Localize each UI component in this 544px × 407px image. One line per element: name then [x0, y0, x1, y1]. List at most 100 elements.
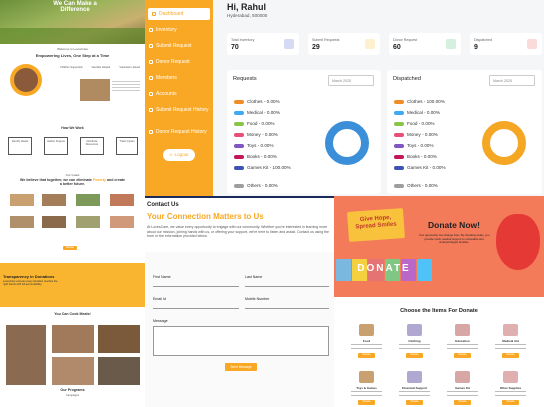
- legend-item: Books - 0.00%: [394, 154, 464, 160]
- item-image: [407, 324, 422, 336]
- how-steps: Identify Needs Gather Support Distribute…: [8, 137, 138, 157]
- donor-stat-icon: [446, 39, 456, 49]
- item-description: [399, 391, 430, 396]
- message-textarea[interactable]: [153, 326, 329, 356]
- item-donate-button[interactable]: Donate: [358, 400, 375, 405]
- donate-subtitle: Your generosity can change lives. By don…: [418, 233, 490, 245]
- members-icon: [149, 76, 153, 80]
- donate-item-card[interactable]: Financial Support Donate: [396, 371, 433, 407]
- causes-grid: Donate: [0, 192, 145, 263]
- step-box: Distribute Resources: [80, 137, 104, 155]
- sidebar-item-submit-request[interactable]: Submit Request: [149, 43, 209, 49]
- first-name-field[interactable]: [153, 286, 239, 287]
- stat-label: Total Inventory: [231, 38, 255, 42]
- legend-item: Others - 0.00%: [394, 183, 464, 189]
- item-image: [503, 324, 518, 336]
- sidebar-item-dashboard[interactable]: Dashboard: [148, 8, 210, 20]
- cook-photo: [98, 325, 140, 353]
- item-donate-button[interactable]: Donate: [454, 400, 471, 405]
- location: Hyderabad, 500000: [227, 13, 268, 18]
- item-image: [455, 371, 470, 383]
- stat-families: Families Helped: [91, 66, 111, 69]
- item-donate-button[interactable]: Donate: [406, 400, 423, 405]
- legend-item: Others - 0.00%: [234, 183, 304, 189]
- sidebar-item-donor-request[interactable]: Donor Request: [149, 59, 209, 65]
- sidebar-item-label: Submit Request History: [156, 107, 209, 113]
- stat-card-inventory[interactable]: Total Inventory 70: [227, 33, 299, 55]
- message-label: Message: [153, 319, 168, 323]
- send-message-button[interactable]: Send Message: [225, 363, 257, 371]
- donate-item-card[interactable]: Food Donate: [348, 324, 385, 364]
- cook-photo: [52, 357, 94, 385]
- legend-swatch: [394, 143, 404, 148]
- legend-label: Medical - 0.00%: [247, 110, 280, 115]
- last-name-field[interactable]: [245, 286, 329, 287]
- step-box: Gather Support: [44, 137, 68, 155]
- logout-label: Logout: [174, 152, 189, 157]
- requests-donut-slice: [325, 121, 369, 165]
- legend-label: Books - 0.00%: [407, 154, 437, 159]
- choose-items-area: Choose the Items For Donate Food Donate Cl…: [334, 299, 544, 407]
- donate-item-card[interactable]: Medical Aid Donate: [492, 324, 529, 364]
- sidebar-item-submit-history[interactable]: Submit Request History: [149, 107, 209, 113]
- hero-banner: We Can Make a Difference: [0, 0, 145, 44]
- item-donate-button[interactable]: Donate: [502, 400, 519, 405]
- stat-card-submit[interactable]: Submit Requests 29: [308, 33, 380, 55]
- item-donate-button[interactable]: Donate: [502, 353, 519, 358]
- cause-donate-button[interactable]: Donate: [63, 246, 77, 250]
- item-description: [447, 391, 478, 396]
- item-image: [359, 324, 374, 336]
- cook-section: You Can Cook Meals! Our Programs Campaig…: [0, 307, 145, 407]
- cook-photo: [98, 357, 140, 385]
- item-title: Education: [455, 339, 470, 343]
- donate-item-card[interactable]: Other Supplies Donate: [492, 371, 529, 407]
- legend-label: Money - 0.00%: [407, 132, 438, 137]
- legend-swatch: [234, 143, 244, 148]
- history-icon: [149, 108, 153, 112]
- item-donate-button[interactable]: Donate: [406, 353, 423, 358]
- legend-swatch: [234, 154, 244, 159]
- about-image-circle: [10, 64, 42, 96]
- legend-swatch: [234, 132, 244, 137]
- sidebar-item-donor-history[interactable]: Donor Request History: [149, 129, 209, 135]
- donate-item-card[interactable]: Clothing Donate: [396, 324, 433, 364]
- legend-swatch: [394, 110, 404, 115]
- item-donate-button[interactable]: Donate: [454, 353, 471, 358]
- legend-label: Others - 0.00%: [247, 183, 278, 188]
- donate-item-card[interactable]: Toys & Games Donate: [348, 371, 385, 407]
- donate-now-title: Donate Now!: [428, 220, 480, 230]
- stat-volunteers: Volunteers Joined: [119, 66, 140, 69]
- hope-sign: Give Hope, Spread Smiles: [347, 208, 405, 242]
- transparency-body: LovesCare ensures every donation reaches…: [3, 280, 58, 287]
- sidebar-item-label: Inventory: [156, 27, 177, 33]
- about-heading: Empowering Lives, One Step at a Time: [35, 53, 110, 58]
- item-description: [351, 391, 382, 396]
- inventory-icon: [149, 28, 153, 32]
- dispatched-month-select[interactable]: March 2025: [489, 75, 535, 86]
- legend-item: Toys - 0.00%: [234, 143, 304, 149]
- mobile-field[interactable]: [245, 308, 329, 309]
- legend-label: Clothes - 0.00%: [247, 99, 280, 104]
- legend-swatch: [394, 132, 404, 137]
- step-box: Track Impact: [116, 137, 138, 155]
- item-donate-button[interactable]: Donate: [358, 353, 375, 358]
- mobile-label: Mobile Number: [245, 297, 270, 301]
- item-title: Clothing: [408, 339, 421, 343]
- legend-label: Money - 0.00%: [247, 132, 278, 137]
- contact-topbar: [145, 196, 334, 198]
- contact-title: Contact Us: [147, 202, 179, 208]
- stat-card-donor[interactable]: Donor Request 60: [389, 33, 461, 55]
- sidebar-item-accounts[interactable]: Accounts: [149, 91, 209, 97]
- logout-button[interactable]: ⇦ Logout: [163, 149, 195, 161]
- requests-month-select[interactable]: March 2025: [328, 75, 374, 86]
- stat-card-dispatched[interactable]: Dispatched 9: [470, 33, 542, 55]
- legend-label: Games Kit - 0.00%: [407, 165, 446, 170]
- donate-item-card[interactable]: Education Donate: [444, 324, 481, 364]
- sidebar-item-label: Dashboard: [159, 11, 184, 17]
- sidebar-item-inventory[interactable]: Inventory: [149, 27, 209, 33]
- donate-item-card[interactable]: Games Kit Donate: [444, 371, 481, 407]
- sidebar-item-members[interactable]: Members: [149, 75, 209, 81]
- email-field[interactable]: [153, 308, 239, 309]
- how-title: How We Work: [61, 126, 84, 130]
- submit-stat-icon: [365, 39, 375, 49]
